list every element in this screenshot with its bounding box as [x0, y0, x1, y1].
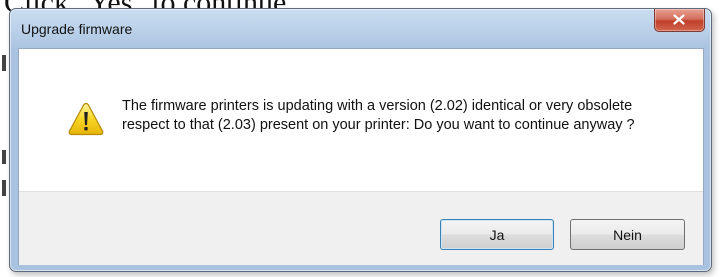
warning-icon [68, 102, 104, 136]
yes-button[interactable]: Ja [440, 219, 554, 250]
message-area: The firmware printers is updating with a… [19, 49, 703, 191]
dialog-content: The firmware printers is updating with a… [18, 48, 704, 265]
close-button[interactable] [654, 9, 705, 32]
close-icon [673, 14, 685, 25]
document-margin-mark [2, 55, 6, 71]
button-bar: Ja Nein [19, 191, 703, 265]
dialog-title: Upgrade firmware [21, 21, 133, 37]
dialog-message: The firmware printers is updating with a… [122, 98, 635, 133]
dialog-titlebar[interactable]: Upgrade firmware [10, 9, 711, 47]
document-margin-mark [2, 180, 6, 196]
no-button[interactable]: Nein [570, 219, 685, 250]
document-margin-mark [2, 150, 6, 164]
upgrade-firmware-dialog: Upgrade firmware The firmware printers i… [9, 8, 712, 272]
